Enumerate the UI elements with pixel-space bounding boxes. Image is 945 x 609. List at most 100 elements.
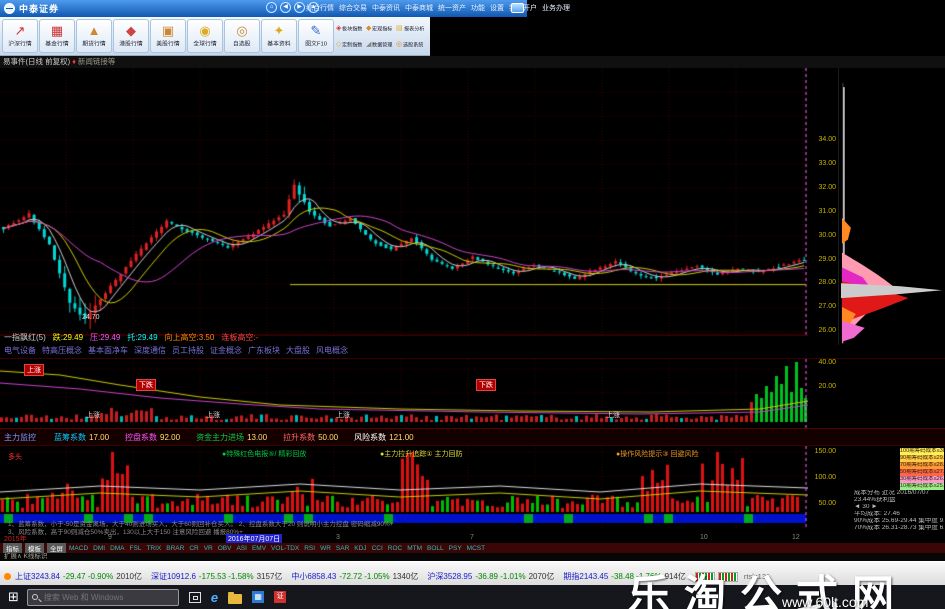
indicator-tab-OBV[interactable]: OBV (218, 545, 232, 552)
indicator-tab-MACD[interactable]: MACD (69, 545, 88, 552)
metric-value: 121.00 (389, 432, 414, 442)
tab-模板[interactable]: 模板 (25, 543, 44, 553)
indicator-tab-MCST[interactable]: MCST (467, 545, 485, 552)
trading-app-icon[interactable]: 证 (274, 591, 287, 603)
metric-label: 控盘系数 (125, 432, 158, 442)
toolbar-button-美股行情[interactable]: ▣ 美股行情 (150, 19, 186, 53)
concept-tag-员工持股[interactable]: 员工持股 (172, 346, 204, 355)
tab-全屏[interactable]: 全屏 (47, 543, 66, 553)
数据管理-icon: ◢ (366, 41, 372, 48)
toolbar-small-button-板块指数[interactable]: ◈ 板块指数 (336, 20, 366, 36)
nav-home-button[interactable]: ⌂ (266, 2, 277, 13)
annotation-note: 多头 (8, 454, 22, 461)
tab-指标[interactable]: 指标 (3, 543, 22, 553)
date-tick-10: 10 (700, 534, 708, 541)
quote-中小[interactable]: 中小6858.43 -72.72 -1.05% 1340亿 (291, 571, 418, 582)
concept-tag-证金概念[interactable]: 证金概念 (210, 346, 242, 355)
start-button[interactable]: ⊞ (8, 585, 19, 609)
indicator-tab-CR[interactable]: CR (189, 545, 198, 552)
menu-item-综合交易[interactable]: 综合交易 (339, 3, 367, 13)
info-segment: 连板高空:- (221, 333, 259, 342)
indicator-tab-RSI[interactable]: RSI (304, 545, 315, 552)
app-logo-icon (4, 3, 15, 14)
search-input[interactable] (41, 591, 162, 603)
toolbar-button-全球行情[interactable]: ◉ 全球行情 (187, 19, 223, 53)
indicator-tab-BOLL[interactable]: BOLL (427, 545, 444, 552)
cost-line-2: ◄ 30 ► (854, 504, 878, 510)
toolbar-button-基金行情[interactable]: ▦ 基金行情 (39, 19, 75, 53)
quote-name-value: 上证3243.84 (15, 572, 60, 581)
taskbar-search[interactable] (26, 588, 179, 606)
indicator-tab-PSY[interactable]: PSY (449, 545, 462, 552)
menu-item-中泰商城[interactable]: 中泰商城 (405, 3, 433, 13)
menu-item-业务办理[interactable]: 业务办理 (542, 3, 570, 13)
concept-tag-大盘股[interactable]: 大盘股 (286, 346, 310, 355)
toolbar-button-label: 图文F10 (305, 41, 327, 48)
concept-tag-风电概念[interactable]: 风电概念 (316, 346, 348, 355)
indicator-tab-BRAR[interactable]: BRAR (166, 545, 184, 552)
indicator-tab-EMV[interactable]: EMV (252, 545, 266, 552)
file-explorer-icon[interactable] (228, 591, 243, 604)
low-price-label: 24.70 (82, 314, 100, 321)
news-link[interactable]: 新闻链接等 (78, 57, 116, 66)
menu-item-综合行情[interactable]: 综合行情 (306, 3, 334, 13)
indicator-tab-CCI[interactable]: CCI (372, 545, 383, 552)
indicator-tab-ROC[interactable]: ROC (388, 545, 402, 552)
quote-上证[interactable]: 上证3243.84 -29.47 -0.90% 2010亿 (15, 571, 142, 582)
toolbar-button-港股行情[interactable]: ◆ 港股行情 (113, 19, 149, 53)
menu-item-功能[interactable]: 功能 (471, 3, 485, 13)
toolbar-button-期货行情[interactable]: ▲ 期货行情 (76, 19, 112, 53)
toolbar-main-buttons: ↗ 沪深行情 ▦ 基金行情 ▲ 期货行情 ◆ 港股行情 ▣ 美股行情 ◉ 全球行情 ◎ 自选股 ✦ 基本资料 ✎… (0, 17, 334, 55)
toolbar-button-基本资料[interactable]: ✦ 基本资料 (261, 19, 297, 53)
toolbar-button-自选股[interactable]: ◎ 自选股 (224, 19, 260, 53)
menu-item-中泰资讯[interactable]: 中泰资讯 (372, 3, 400, 13)
indicator-tab-VOL-TDX[interactable]: VOL-TDX (271, 545, 299, 552)
indicator-tab-WR[interactable]: WR (320, 545, 331, 552)
toolbar-small-button-选股系统[interactable]: ◎ 选股系统 (396, 36, 426, 52)
toolbar-small-button-宏观指标[interactable]: ◆ 宏观指标 (366, 20, 396, 36)
edge-browser-icon[interactable]: e (211, 591, 218, 604)
nav-forward-button[interactable]: ▶ (294, 2, 305, 13)
concept-tag-特高压概念[interactable]: 特高压概念 (42, 346, 82, 355)
concept-tag-基本面净车[interactable]: 基本面净车 (88, 346, 128, 355)
menu-item-统一资产[interactable]: 统一资产 (438, 3, 466, 13)
nav-back-button[interactable]: ◀ (280, 2, 291, 13)
titlebar-mini-button[interactable] (511, 3, 524, 13)
small-button-label: 选股系统 (403, 42, 424, 48)
cost-legend-box: 100期筹码成本≤30.3990期筹码成本≤29.4470期筹码成本≤28.73… (900, 448, 944, 490)
legend-row: 90期筹码成本≤29.44 (900, 455, 944, 462)
toolbar-button-沪深行情[interactable]: ↗ 沪深行情 (2, 19, 38, 53)
基本资料-icon: ✦ (273, 23, 285, 38)
indicator-tab-ASI[interactable]: ASI (236, 545, 246, 552)
toolbar-small-button-报表分析[interactable]: ▤ 报表分析 (396, 20, 426, 36)
indicator-tab-FSL[interactable]: FSL (130, 545, 142, 552)
toolbar-button-label: 美股行情 (156, 41, 180, 48)
task-view-icon[interactable] (188, 591, 201, 603)
chip-distribution-panel[interactable] (838, 68, 945, 345)
price-label-32.00: 32.00 (818, 183, 836, 191)
extension-row[interactable]: 扩展∧ K线标识 (0, 553, 945, 561)
indicator-tab-SAR[interactable]: SAR (336, 545, 349, 552)
toolbar-small-button-数据管理[interactable]: ◢ 数据管理 (366, 36, 396, 52)
concept-tag-广东板块[interactable]: 广东板块 (248, 346, 280, 355)
indicator-tab-TRIX[interactable]: TRIX (146, 545, 161, 552)
indicator-tab-KDJ[interactable]: KDJ (354, 545, 366, 552)
indicator-tab-DMI[interactable]: DMI (93, 545, 105, 552)
toolbar-small-button-定制指数[interactable]: ◇ 定制指数 (336, 36, 366, 52)
candlestick-chart-canvas[interactable] (0, 68, 808, 336)
quote-沪深[interactable]: 沪深3528.95 -36.89 -1.01% 2070亿 (427, 571, 554, 582)
toolbar-button-图文F10[interactable]: ✎ 图文F10 (298, 19, 334, 53)
沪深行情-icon: ↗ (14, 23, 26, 38)
middle-indicator-canvas[interactable] (0, 359, 808, 429)
news-marker-icon: ♦ (72, 57, 76, 66)
quote-change: -175.53 -1.58% (198, 572, 254, 581)
indicator-tab-VR[interactable]: VR (204, 545, 213, 552)
indicator-tab-MTM[interactable]: MTM (407, 545, 422, 552)
indicator-tab-DMA[interactable]: DMA (110, 545, 124, 552)
store-app-icon[interactable]: ▦ (252, 591, 265, 603)
menu-item-设置[interactable]: 设置 (490, 3, 504, 13)
美股行情-icon: ▣ (161, 23, 175, 38)
concept-tag-电气设备[interactable]: 电气设备 (4, 346, 36, 355)
concept-tag-深度通信[interactable]: 深度通信 (134, 346, 166, 355)
quote-深证[interactable]: 深证10912.6 -175.53 -1.58% 3157亿 (151, 571, 282, 582)
